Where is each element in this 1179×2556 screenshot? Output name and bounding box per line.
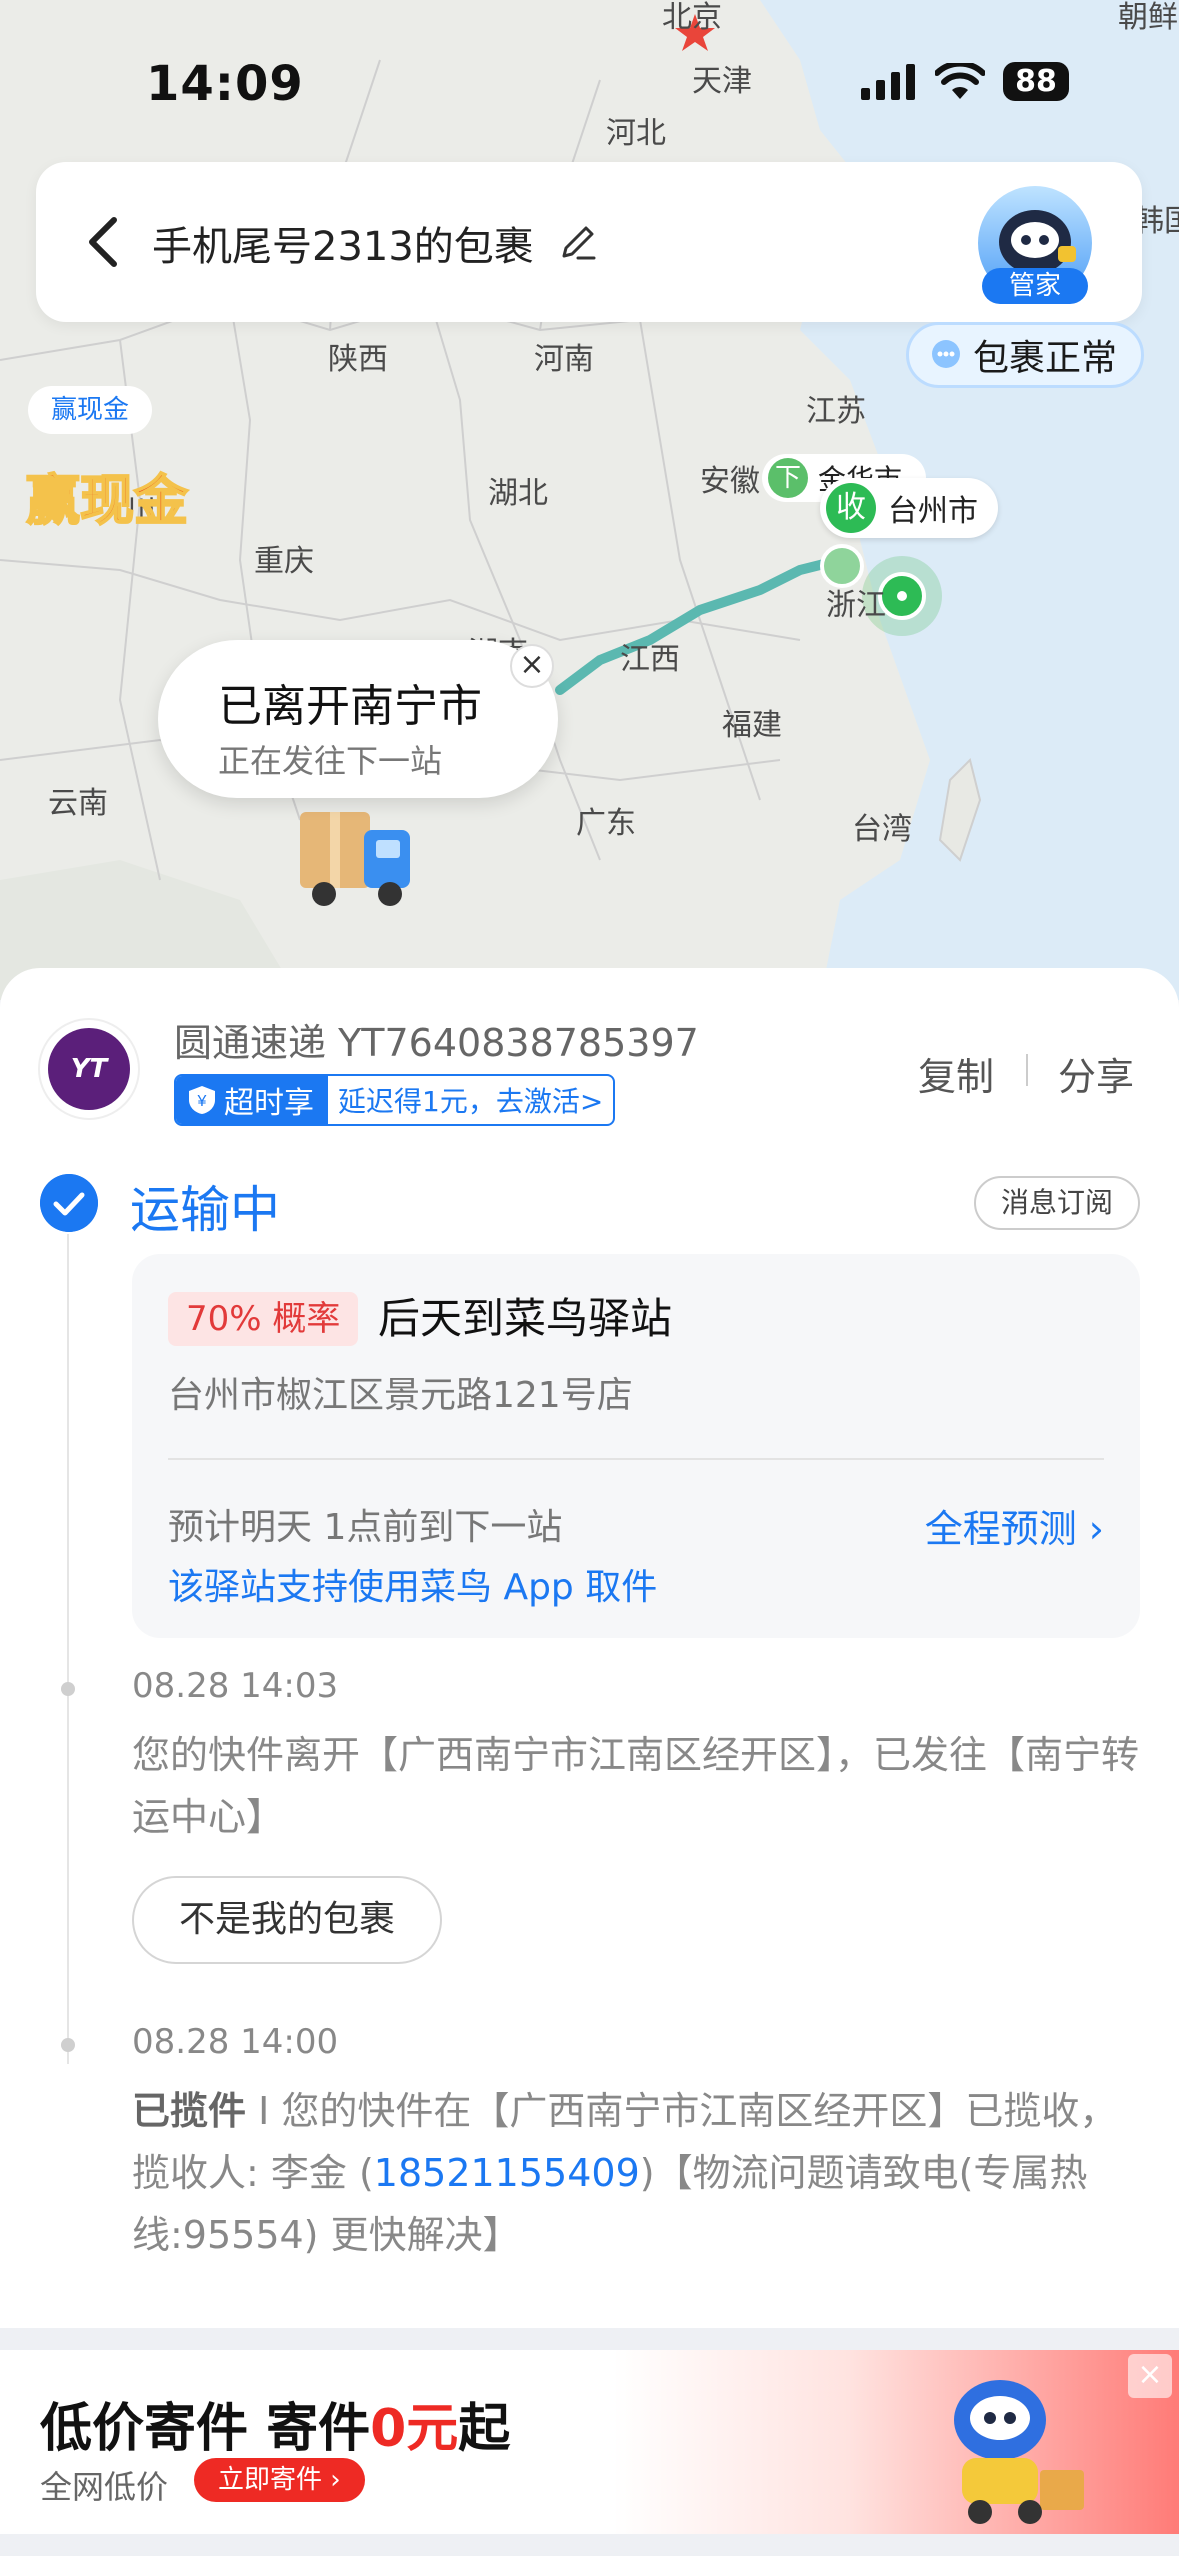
map-label-guangdong: 广东 [576, 806, 636, 841]
subscribe-button[interactable]: 消息订阅 [974, 1176, 1140, 1230]
win-cash-badge[interactable]: 赢现金 [28, 386, 152, 434]
event-description: 已揽件 I 您的快件在【广西南宁市江南区经开区】已揽收，揽收人: 李金 (185… [132, 2080, 1142, 2266]
bubble-title: 已离开南宁市 [218, 681, 482, 732]
insurance-offer: 延迟得1元，去激活> [338, 1085, 604, 1118]
shipping-status-title: 运输中 [130, 1181, 280, 1239]
insurance-label: ¥ 超时享 [176, 1076, 328, 1124]
win-cash-banner[interactable]: 赢现金 [25, 456, 189, 535]
eta-panel: 70% 概率 后天到菜鸟驿站 台州市椒江区景元路121号店 预计明天 1点前到下… [132, 1254, 1140, 1638]
package-status-pill[interactable]: 包裹正常 [906, 322, 1145, 388]
back-arrow-icon[interactable] [76, 212, 136, 272]
location-bubble[interactable]: 已离开南宁市 正在发往下一站 [158, 640, 558, 798]
carrier-tracking-number: 圆通速递 YT7640838785397 [174, 1021, 699, 1065]
map-label-yunnan: 云南 [48, 786, 108, 821]
ad-title-part: 低价寄件 寄件 [40, 2399, 371, 2459]
map-label-henan: 河南 [534, 342, 594, 377]
action-divider [1026, 1054, 1028, 1086]
share-button[interactable]: 分享 [1058, 1046, 1134, 1101]
timeline-dot [61, 1682, 75, 1696]
map-label-shaanxi: 陕西 [328, 342, 388, 377]
eta-arrival: 后天到菜鸟驿站 [378, 1294, 673, 1343]
timeline-line [67, 1234, 69, 2064]
bubble-close-button[interactable]: × [510, 644, 554, 688]
package-status-text: 包裹正常 [973, 338, 1118, 379]
cellular-signal-icon [861, 63, 915, 100]
map-label-tianjin: 天津 [692, 64, 752, 99]
not-my-package-button[interactable]: 不是我的包裹 [132, 1876, 442, 1964]
edit-pencil-icon[interactable] [556, 220, 600, 264]
app-pickup-link[interactable]: 该驿站支持使用菜鸟 App 取件 [168, 1558, 657, 1610]
map-label-beijing: 北京 [662, 0, 722, 35]
delay-insurance-banner[interactable]: ¥ 超时享 延迟得1元，去激活> [174, 1074, 616, 1126]
map-label-zhejiang: 浙江 [826, 588, 886, 623]
next-stop-estimate: 预计明天 1点前到下一站 [168, 1507, 563, 1548]
svg-text:¥: ¥ [197, 1093, 207, 1110]
yen-shield-icon: ¥ [189, 1086, 215, 1114]
bubble-subtitle: 正在发往下一站 [218, 742, 443, 780]
ad-close-button[interactable]: × [1128, 2354, 1172, 2398]
battery-indicator: 88 [1003, 62, 1069, 101]
map-label-jiangsu: 江苏 [806, 394, 866, 429]
status-time: 14:09 [146, 56, 304, 112]
delivery-truck-icon [300, 812, 410, 906]
map-label-taiwan: 台湾 [852, 812, 912, 847]
destination-city-label: 台州市 [888, 494, 978, 529]
ad-subtitle: 全网低价 [40, 2468, 169, 2506]
assistant-label: 管家 [982, 268, 1088, 304]
map-label-fujian: 福建 [722, 708, 782, 743]
destination-marker-icon: 收 [826, 483, 876, 533]
event-prefix: 已揽件 [132, 2089, 247, 2133]
full-prediction-link[interactable]: 全程预测 › [925, 1498, 1104, 1553]
robot-courier-icon [954, 2380, 1084, 2524]
copy-button[interactable]: 复制 [918, 1046, 994, 1101]
timeline-dot [61, 2038, 75, 2052]
event-time: 08.28 14:03 [132, 1666, 339, 1706]
status-icons: 88 [861, 62, 1069, 101]
map-label-chongqing: 重庆 [254, 544, 314, 579]
yto-logo-icon: YT [48, 1028, 130, 1110]
map-label-jiangxi: 江西 [620, 642, 680, 677]
ad-title-price: 0元 [370, 2399, 459, 2459]
event-time: 08.28 14:00 [132, 2022, 339, 2062]
destination-city-tag[interactable]: 收 台州市 [820, 478, 998, 538]
pickup-address: 台州市椒江区景元路121号店 [168, 1375, 633, 1416]
ad-title: 低价寄件 寄件0元起 [40, 2386, 510, 2461]
map-label-hubei: 湖北 [488, 476, 548, 511]
ad-title-part: 起 [458, 2399, 511, 2459]
probability-badge: 70% 概率 [168, 1292, 359, 1346]
insurance-label-text: 超时享 [224, 1086, 314, 1121]
event-description: 您的快件离开【广西南宁市江南区经开区】，已发往【南宁转运中心】 [132, 1733, 1140, 1839]
carrier-logo: YT [38, 1018, 140, 1120]
ship-now-button[interactable]: 立即寄件 › [194, 2458, 365, 2502]
wifi-icon [935, 62, 985, 99]
map-label-north-korea: 朝鲜 [1118, 0, 1178, 35]
origin-marker-icon: 下 [768, 458, 808, 498]
courier-phone-link[interactable]: 18521155409 [374, 2151, 640, 2195]
map-label-hebei: 河北 [606, 116, 666, 151]
map-label-anhui: 安徽 [700, 464, 760, 499]
check-icon [40, 1174, 98, 1232]
chat-bubble-icon [932, 340, 960, 368]
package-title: 手机尾号2313的包裹 [152, 224, 534, 270]
eta-divider [168, 1458, 1104, 1460]
